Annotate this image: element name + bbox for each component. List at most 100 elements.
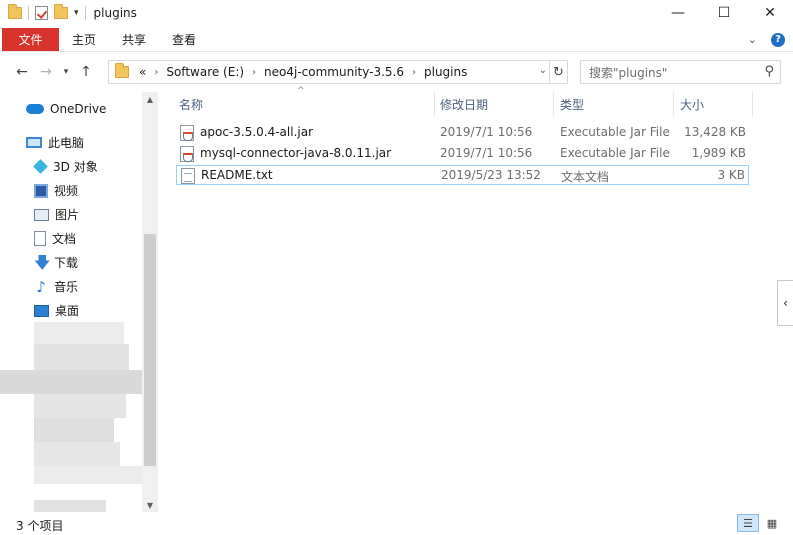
nav-item-documents[interactable]: 文档 [34, 230, 76, 247]
3d-cube-icon [33, 159, 48, 174]
column-header-name[interactable]: 名称 [179, 92, 203, 116]
preview-pane-toggle-chevron-icon[interactable]: ‹ [777, 280, 793, 326]
file-row[interactable]: apoc-3.5.0.4-all.jar 2019/7/1 10:56 Exec… [176, 123, 749, 143]
maximize-button[interactable]: ☐ [701, 0, 747, 26]
video-icon [34, 183, 48, 198]
divider [28, 6, 29, 20]
tab-home[interactable]: 主页 [59, 28, 109, 51]
nav-item-onedrive[interactable]: OneDrive [26, 102, 106, 116]
column-divider[interactable] [752, 92, 753, 116]
tab-file[interactable]: 文件 [2, 28, 59, 51]
scrollbar-thumb[interactable] [144, 234, 156, 466]
file-size: 3 KB [717, 168, 745, 182]
help-icon[interactable]: ? [771, 32, 785, 47]
sort-ascending-icon: ^ [297, 86, 305, 96]
ribbon-tabs: 文件 主页 共享 查看 ⌄ ? [0, 28, 793, 52]
search-placeholder: 搜索"plugins" [589, 65, 668, 80]
music-note-icon: ♪ [36, 277, 46, 296]
column-divider[interactable] [673, 92, 674, 116]
nav-item-label: 图片 [55, 208, 80, 222]
onedrive-cloud-icon [26, 104, 44, 114]
back-arrow-icon[interactable]: ← [10, 60, 34, 84]
nav-item-downloads[interactable]: 🡇 下载 [34, 254, 78, 271]
navigation-pane-scrollbar[interactable]: ▲ ▼ [142, 92, 158, 512]
close-button[interactable]: ✕ [747, 0, 793, 26]
search-input[interactable]: 搜索"plugins" ⚲ [580, 60, 781, 84]
forward-arrow-icon[interactable]: → [34, 60, 58, 84]
picture-icon [34, 208, 49, 221]
tab-view[interactable]: 查看 [159, 28, 209, 51]
recent-locations-chevron-icon[interactable]: ▾ [58, 60, 74, 84]
jar-file-icon [180, 125, 194, 141]
details-view-icon[interactable]: ☰ [737, 514, 759, 532]
address-bar[interactable]: « › Software (E:) › neo4j-community-3.5.… [108, 60, 568, 84]
download-arrow-icon: 🡇 [34, 252, 51, 272]
file-type: Executable Jar File [560, 125, 670, 139]
nav-item-desktop[interactable]: 桌面 [34, 302, 79, 319]
redacted-area [0, 370, 142, 394]
large-icons-view-icon[interactable]: ▦ [761, 514, 783, 532]
chevron-right-icon: › [412, 66, 416, 78]
address-history-chevron-icon[interactable]: ⌄ [539, 65, 547, 76]
column-divider[interactable] [553, 92, 554, 116]
view-switcher: ☰ ▦ [737, 514, 783, 532]
redacted-area [34, 442, 120, 466]
nav-item-label: 此电脑 [48, 136, 85, 150]
expand-ribbon-icon[interactable]: ⌄ [748, 33, 757, 46]
file-name: apoc-3.5.0.4-all.jar [200, 125, 314, 139]
navigation-bar: ← → ▾ ↑ « › Software (E:) › neo4j-commun… [0, 56, 793, 88]
nav-item-this-pc[interactable]: 此电脑 [26, 134, 84, 151]
properties-icon[interactable] [35, 6, 48, 20]
file-name: README.txt [201, 168, 273, 182]
minimize-button[interactable]: — [655, 0, 701, 26]
tab-share[interactable]: 共享 [109, 28, 159, 51]
scroll-up-icon[interactable]: ▲ [142, 92, 158, 106]
redacted-area [34, 344, 129, 370]
chevron-right-icon: › [154, 66, 159, 78]
refresh-icon[interactable]: ↻ [549, 61, 567, 83]
file-size: 1,989 KB [691, 146, 746, 160]
status-item-count: 3 个项目 [16, 519, 64, 533]
breadcrumb-plugins[interactable]: plugins [424, 65, 467, 79]
breadcrumb-overflow[interactable]: « [139, 65, 146, 79]
nav-item-label: OneDrive [50, 102, 107, 116]
nav-item-music[interactable]: ♪ 音乐 [34, 278, 78, 295]
redacted-area [34, 322, 124, 344]
jar-file-icon [180, 146, 194, 162]
desktop-icon [34, 304, 49, 317]
file-date: 2019/7/1 10:56 [440, 125, 533, 139]
document-icon [34, 231, 46, 246]
file-date: 2019/5/23 13:52 [441, 168, 541, 182]
nav-item-label: 音乐 [54, 280, 79, 294]
nav-item-3d-objects[interactable]: 3D 对象 [33, 158, 98, 175]
window-title: plugins [93, 6, 137, 20]
breadcrumb-drive[interactable]: Software (E:) [166, 65, 244, 79]
file-row[interactable]: mysql-connector-java-8.0.11.jar 2019/7/1… [176, 144, 749, 164]
divider [84, 6, 86, 20]
nav-item-label: 视频 [54, 184, 79, 198]
navigation-pane: OneDrive 此电脑 3D 对象 视频 图片 文档 🡇 下载 ♪ 音乐 桌面 [0, 92, 158, 512]
title-bar: ▾ plugins — ☐ ✕ [0, 0, 793, 26]
column-header-date[interactable]: 修改日期 [440, 92, 488, 116]
scroll-down-icon[interactable]: ▼ [142, 498, 158, 512]
column-header-size[interactable]: 大小 [680, 92, 704, 116]
file-row[interactable]: README.txt 2019/5/23 13:52 文本文档 3 KB [176, 165, 749, 185]
breadcrumb-neo4j[interactable]: neo4j-community-3.5.6 [264, 65, 404, 79]
redacted-area [34, 466, 142, 484]
column-divider[interactable] [434, 92, 435, 116]
nav-item-videos[interactable]: 视频 [34, 182, 78, 199]
customize-toolbar-chevron-icon[interactable]: ▾ [74, 8, 79, 18]
file-date: 2019/7/1 10:56 [440, 146, 533, 160]
column-header-type[interactable]: 类型 [560, 92, 584, 116]
nav-item-pictures[interactable]: 图片 [34, 206, 79, 223]
new-folder-icon[interactable] [54, 4, 68, 19]
nav-item-label: 文档 [52, 232, 77, 246]
file-type: 文本文档 [561, 170, 610, 184]
folder-icon [115, 63, 129, 78]
text-file-icon [181, 168, 195, 184]
up-arrow-icon[interactable]: ↑ [74, 60, 98, 84]
redacted-area [34, 394, 126, 418]
redacted-area [34, 500, 106, 512]
file-size: 13,428 KB [684, 125, 746, 139]
chevron-right-icon: › [252, 66, 257, 78]
